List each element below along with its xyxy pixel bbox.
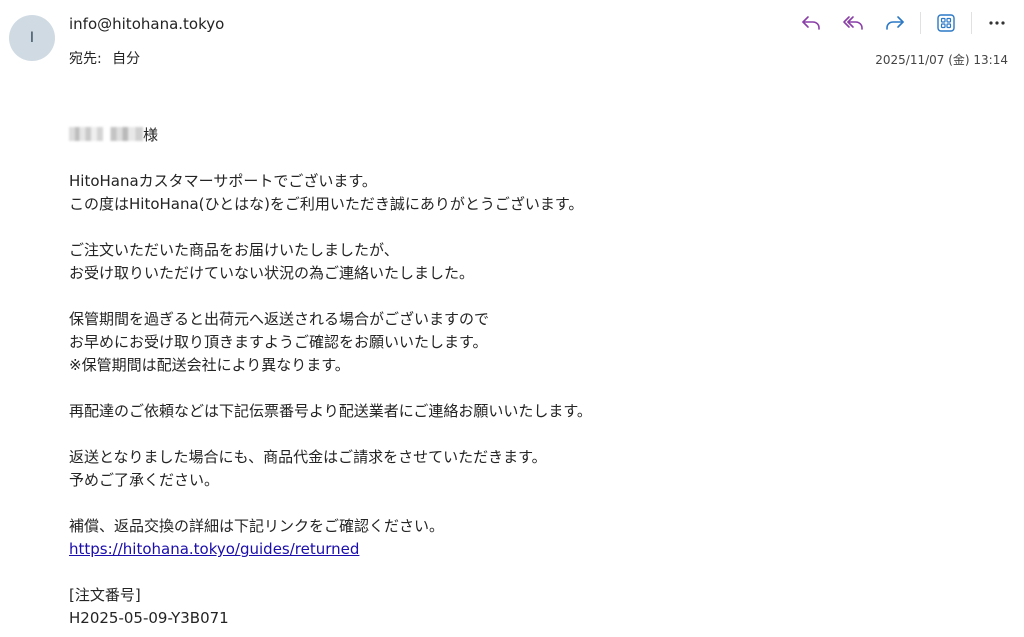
avatar-initial: I (29, 30, 35, 46)
more-icon (989, 21, 1005, 25)
body-line: 再配達のご依頼などは下記伝票番号より配送業者にご連絡お願いいたします。 (69, 402, 592, 420)
body-line: お早めにお受け取り頂きますようご確認をお願いいたします。 (69, 333, 488, 351)
body-line: HitoHanaカスタマーサポートでございます。 (69, 172, 377, 190)
recipient-label: 宛先: (69, 51, 102, 67)
toolbar-divider (920, 12, 921, 34)
recipient-line: 宛先: 自分 (69, 48, 140, 68)
greeting-suffix: 様 (143, 126, 159, 144)
avatar: I (9, 15, 55, 61)
reply-button[interactable] (796, 10, 826, 36)
redacted-name (69, 127, 143, 141)
body-line: この度はHitoHana(ひとはな)をご利用いただき誠にありがとうございます。 (69, 195, 584, 213)
message-body: 様 HitoHanaカスタマーサポートでございます。 この度はHitoHana(… (69, 124, 969, 630)
recipient-value[interactable]: 自分 (112, 51, 140, 67)
reply-all-button[interactable] (838, 10, 868, 36)
reply-icon (802, 16, 820, 30)
greeting-line: 様 (69, 124, 969, 147)
body-line: 保管期間を過ぎると出荷元へ返送される場合がございますので (69, 310, 490, 328)
body-line: 予めご了承ください。 (69, 471, 220, 489)
order-number-label: [注文番号] (69, 586, 141, 604)
order-number: H2025-05-09-Y3B071 (69, 609, 229, 627)
body-line: お受け取りいただけていない状況の為ご連絡いたしました。 (69, 264, 475, 282)
body-line: ※保管期間は配送会社により異なります。 (69, 356, 350, 374)
more-options-button[interactable] (982, 10, 1012, 36)
returns-guide-link[interactable]: https://hitohana.tokyo/guides/returned (69, 540, 359, 558)
apps-button[interactable] (931, 10, 961, 36)
message-timestamp: 2025/11/07 (金) 13:14 (875, 53, 1008, 67)
body-line: ご注文いただいた商品をお届けいたしましたが、 (69, 241, 399, 259)
body-line: 返送となりました場合にも、商品代金はご請求をさせていただきます。 (69, 448, 547, 466)
body-line: 補償、返品交換の詳細は下記リンクをご確認ください。 (69, 517, 445, 535)
forward-button[interactable] (880, 10, 910, 36)
forward-icon (886, 16, 904, 30)
reply-all-icon (843, 16, 863, 30)
toolbar-divider (971, 12, 972, 34)
sender-email[interactable]: info@hitohana.tokyo (69, 15, 224, 33)
apps-icon (937, 14, 955, 32)
message-toolbar (784, 10, 1012, 36)
